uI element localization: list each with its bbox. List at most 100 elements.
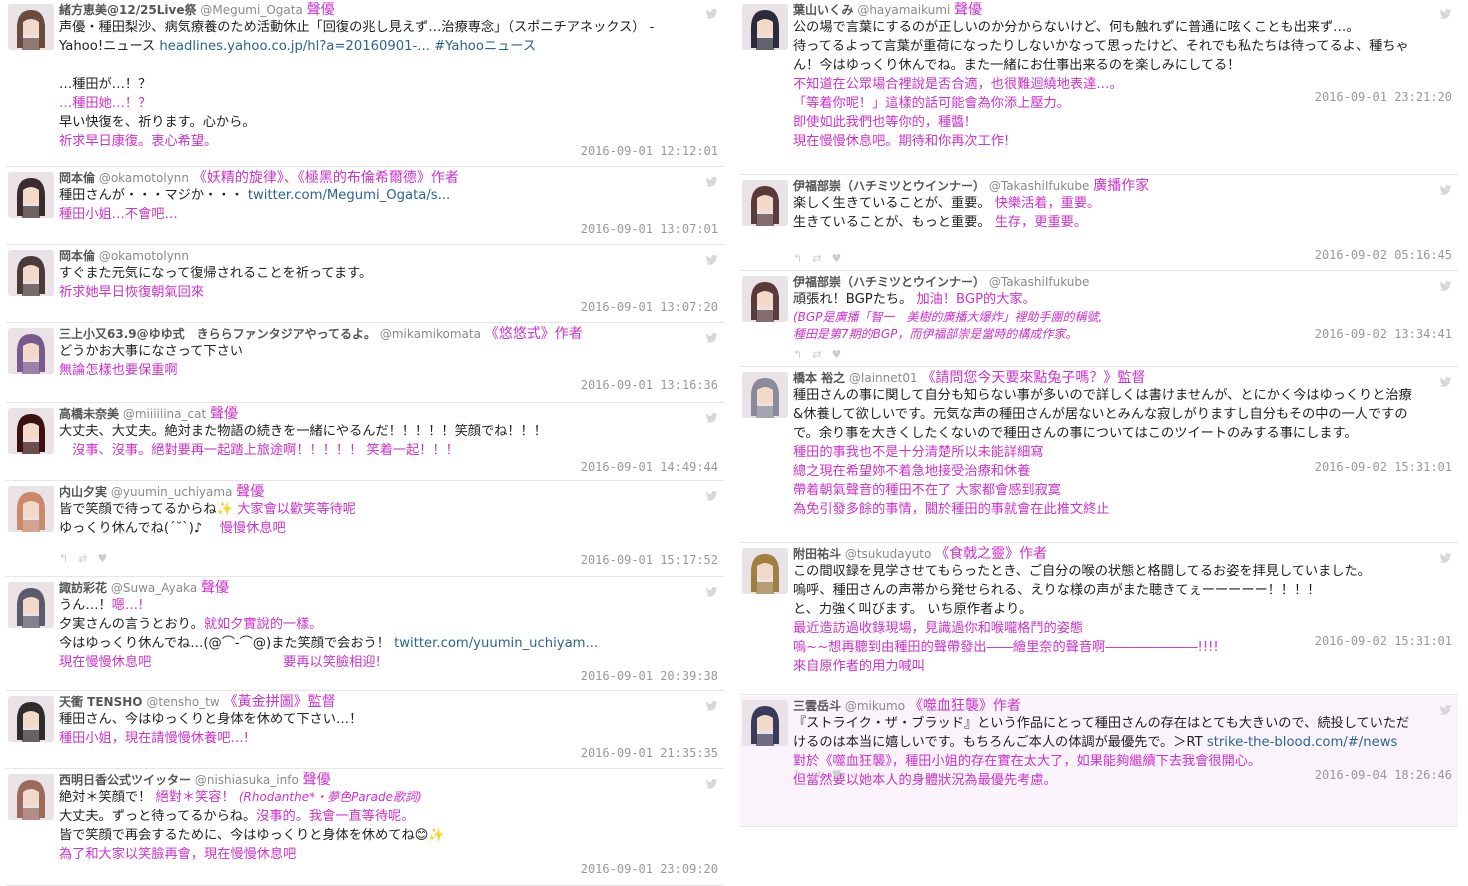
author-handle[interactable]: @yuumin_uchiyama <box>111 485 233 499</box>
tweet-link[interactable]: twitter.com/yuumin_uchiyam... <box>394 636 598 651</box>
avatar[interactable] <box>8 582 54 628</box>
author-handle[interactable]: @nishiasuka_info <box>195 773 299 787</box>
timestamp[interactable]: 2016-09-01 13:16:36 <box>581 378 718 392</box>
tweet[interactable]: 葉山いくみ @hayamaikumi 聲優 公の場で言葉にするのが正しいのか分から… <box>740 0 1458 175</box>
tweet[interactable]: 伊福部崇（ハチミツとウインナー） @TakashiIfukube 廣播作家 楽しく… <box>740 176 1458 271</box>
tweet-body: 伊福部崇（ハチミツとウインナー） @TakashiIfukube 廣播作家 楽しく… <box>793 178 1454 232</box>
tweet-link[interactable]: twitter.com/Megumi_Ogata/s... <box>248 188 450 203</box>
author-handle[interactable]: @mikamikomata <box>380 327 481 341</box>
author-handle[interactable]: @lainnet01 <box>849 371 918 385</box>
timestamp[interactable]: 2016-09-02 05:16:45 <box>1315 248 1452 262</box>
author-name[interactable]: 天衝 TENSHO <box>59 695 143 709</box>
avatar[interactable] <box>8 172 54 218</box>
author-handle[interactable]: @Suwa_Ayaka <box>111 581 197 595</box>
avatar[interactable] <box>8 486 54 532</box>
tweet-text: 帶着朝氣聲音的種田不在了 大家都會感到寂寞 <box>793 483 1061 498</box>
avatar[interactable] <box>8 408 54 454</box>
tweet-line: 夕実さんの言うとおり。就如夕實說的一樣。 <box>59 615 720 634</box>
reply-icon[interactable]: ↰ <box>59 552 78 565</box>
author-name[interactable]: 内山夕実 <box>59 485 107 499</box>
tweet-line: 沒事、沒事。絕對要再一起踏上旅途啊！！！！！ 笑着一起！！！ <box>59 441 720 460</box>
timestamp[interactable]: 2016-09-01 12:12:01 <box>581 144 718 158</box>
tweet[interactable]: 高橋未奈美 @miiiiiina_cat 聲優 大丈夫、大丈夫。絶対また物語の続き… <box>6 404 724 481</box>
author-name[interactable]: 岡本倫 <box>59 249 95 263</box>
tweet[interactable]: 三上小又63.9@ゆゆ式 きららファンタジアやってるよ。 @mikamikoma… <box>6 324 724 403</box>
translation-text: 快樂活着，重要。 <box>994 196 1101 211</box>
author-name[interactable]: 三雲岳斗 <box>793 699 841 713</box>
author-name[interactable]: 三上小又63.9@ゆゆ式 きららファンタジアやってるよ。 <box>59 327 376 341</box>
tweet[interactable]: 天衝 TENSHO @tensho_tw 《黃金拼圖》監督 種田さん、今はゆっくり… <box>6 692 724 769</box>
author-handle[interactable]: @tensho_tw <box>146 695 219 709</box>
retweet-icon[interactable]: ⇄ <box>812 348 831 361</box>
timestamp[interactable]: 2016-09-01 13:07:20 <box>581 300 718 314</box>
avatar[interactable] <box>742 4 788 50</box>
timestamp[interactable]: 2016-09-01 14:49:44 <box>581 460 718 474</box>
tweet-link[interactable]: strike-the-blood.com/#/news <box>1207 735 1398 750</box>
author-name[interactable]: 高橋未奈美 <box>59 407 119 421</box>
timestamp[interactable]: 2016-09-01 20:39:38 <box>581 669 718 683</box>
timestamp[interactable]: 2016-09-01 23:09:20 <box>581 862 718 876</box>
timestamp[interactable]: 2016-09-02 15:31:01 <box>1315 460 1452 474</box>
author-name[interactable]: 西明日香公式ツイッター <box>59 773 191 787</box>
tweet[interactable]: 緒方恵美@12/25Live祭 @Megumi_Ogata 聲優 声優・種田梨沙、… <box>6 0 724 167</box>
author-name[interactable]: 諏訪彩花 <box>59 581 107 595</box>
tweet[interactable]: 橋本 裕之 @lainnet01 《請問您今天要來點兔子嗎？》監督 種田さんの事に… <box>740 368 1458 543</box>
tweet[interactable]: 伊福部崇（ハチミツとウインナー） @TakashiIfukube 頑張れ！BGP… <box>740 272 1458 367</box>
tweet[interactable]: 西明日香公式ツイッター @nishiasuka_info 聲優 絶対＊笑顔で！ 絕… <box>6 770 724 886</box>
avatar[interactable] <box>8 250 54 296</box>
tweet-text: 大丈夫、大丈夫。絶対また物語の続きを一緒にやるんだ！！！！！笑顔でね！！！ <box>59 424 547 439</box>
author-name[interactable]: 葉山いくみ <box>793 3 853 17</box>
author-handle[interactable]: @okamotolynn <box>99 249 189 263</box>
retweet-icon[interactable]: ⇄ <box>78 552 97 565</box>
tweet[interactable]: 岡本倫 @okamotolynn 《妖精的旋律》、《極黑的布倫希爾德》作者 種田さ… <box>6 168 724 245</box>
timestamp[interactable]: 2016-09-04 18:26:46 <box>1315 768 1452 782</box>
author-handle[interactable]: @okamotolynn <box>99 171 189 185</box>
avatar[interactable] <box>8 4 54 50</box>
tweet-line: (BGP是廣播「智一 美樹的廣播大爆炸」裡助手團的稱號, <box>793 309 1454 326</box>
tweet[interactable]: 附田祐斗 @tsukudayuto 《食戟之靈》作者 この間収録を見学させてもらっ… <box>740 544 1458 695</box>
author-name[interactable]: 附田祐斗 <box>793 547 841 561</box>
author-name[interactable]: 伊福部崇（ハチミツとウインナー） <box>793 179 985 193</box>
reply-icon[interactable]: ↰ <box>793 768 812 781</box>
tweet[interactable]: 諏訪彩花 @Suwa_Ayaka 聲優 うん…！嗯…! 夕実さんの言うとおり。就如夕… <box>6 578 724 691</box>
timestamp[interactable]: 2016-09-01 15:17:52 <box>581 553 718 567</box>
author-handle[interactable]: @TakashiIfukube <box>989 275 1090 289</box>
like-icon[interactable]: ♥ <box>831 348 851 361</box>
author-handle[interactable]: @hayamaikumi <box>857 3 950 17</box>
author-name[interactable]: 伊福部崇（ハチミツとウインナー） <box>793 275 985 289</box>
avatar[interactable] <box>742 700 788 746</box>
avatar[interactable] <box>8 696 54 742</box>
author-handle[interactable]: @TakashiIfukube <box>989 179 1090 193</box>
timestamp[interactable]: 2016-09-02 15:31:01 <box>1315 634 1452 648</box>
author-name[interactable]: 橋本 裕之 <box>793 371 845 385</box>
tweet[interactable]: 岡本倫 @okamotolynn すぐまた元気になって復帰されることを祈ってます… <box>6 246 724 323</box>
avatar[interactable] <box>742 180 788 226</box>
avatar[interactable] <box>742 548 788 594</box>
retweet-icon[interactable]: ⇄ <box>812 252 831 265</box>
timestamp[interactable]: 2016-09-01 21:35:35 <box>581 746 718 760</box>
avatar[interactable] <box>742 276 788 322</box>
author-name[interactable]: 緒方恵美@12/25Live祭 <box>59 3 197 17</box>
tweet-text: 種田さん、今はゆっくりと身体を休めて下さい…！ <box>59 712 363 727</box>
author-handle[interactable]: @miiiiiina_cat <box>123 407 206 421</box>
author-role: 《悠悠式》作者 <box>484 326 583 342</box>
author-handle[interactable]: @Megumi_Ogata <box>200 3 302 17</box>
tweet[interactable]: 三雲岳斗 @mikumo 《噬血狂襲》作者 『ストライク・ザ・ブラッド』という作品… <box>740 696 1458 827</box>
retweet-icon[interactable]: ⇄ <box>812 768 831 781</box>
reply-icon[interactable]: ↰ <box>793 348 812 361</box>
avatar[interactable] <box>8 774 54 820</box>
like-icon[interactable]: ♥ <box>97 552 117 565</box>
timestamp[interactable]: 2016-09-02 13:34:41 <box>1315 327 1452 341</box>
author-handle[interactable]: @tsukudayuto <box>845 547 931 561</box>
tweet-link[interactable]: headlines.yahoo.co.jp/hl?a=20160901-... … <box>159 39 536 54</box>
like-icon[interactable]: ♥ <box>831 252 851 265</box>
avatar[interactable] <box>742 372 788 418</box>
avatar[interactable] <box>8 328 54 374</box>
timestamp[interactable]: 2016-09-01 13:07:01 <box>581 222 718 236</box>
reply-icon[interactable]: ↰ <box>793 252 812 265</box>
author-handle[interactable]: @mikumo <box>845 699 905 713</box>
like-icon[interactable]: ♥ <box>831 768 851 781</box>
author-name[interactable]: 岡本倫 <box>59 171 95 185</box>
timestamp[interactable]: 2016-09-01 23:21:20 <box>1315 90 1452 104</box>
tweet[interactable]: 内山夕実 @yuumin_uchiyama 聲優 皆で笑顔で待ってるからね✨ 大家… <box>6 482 724 577</box>
